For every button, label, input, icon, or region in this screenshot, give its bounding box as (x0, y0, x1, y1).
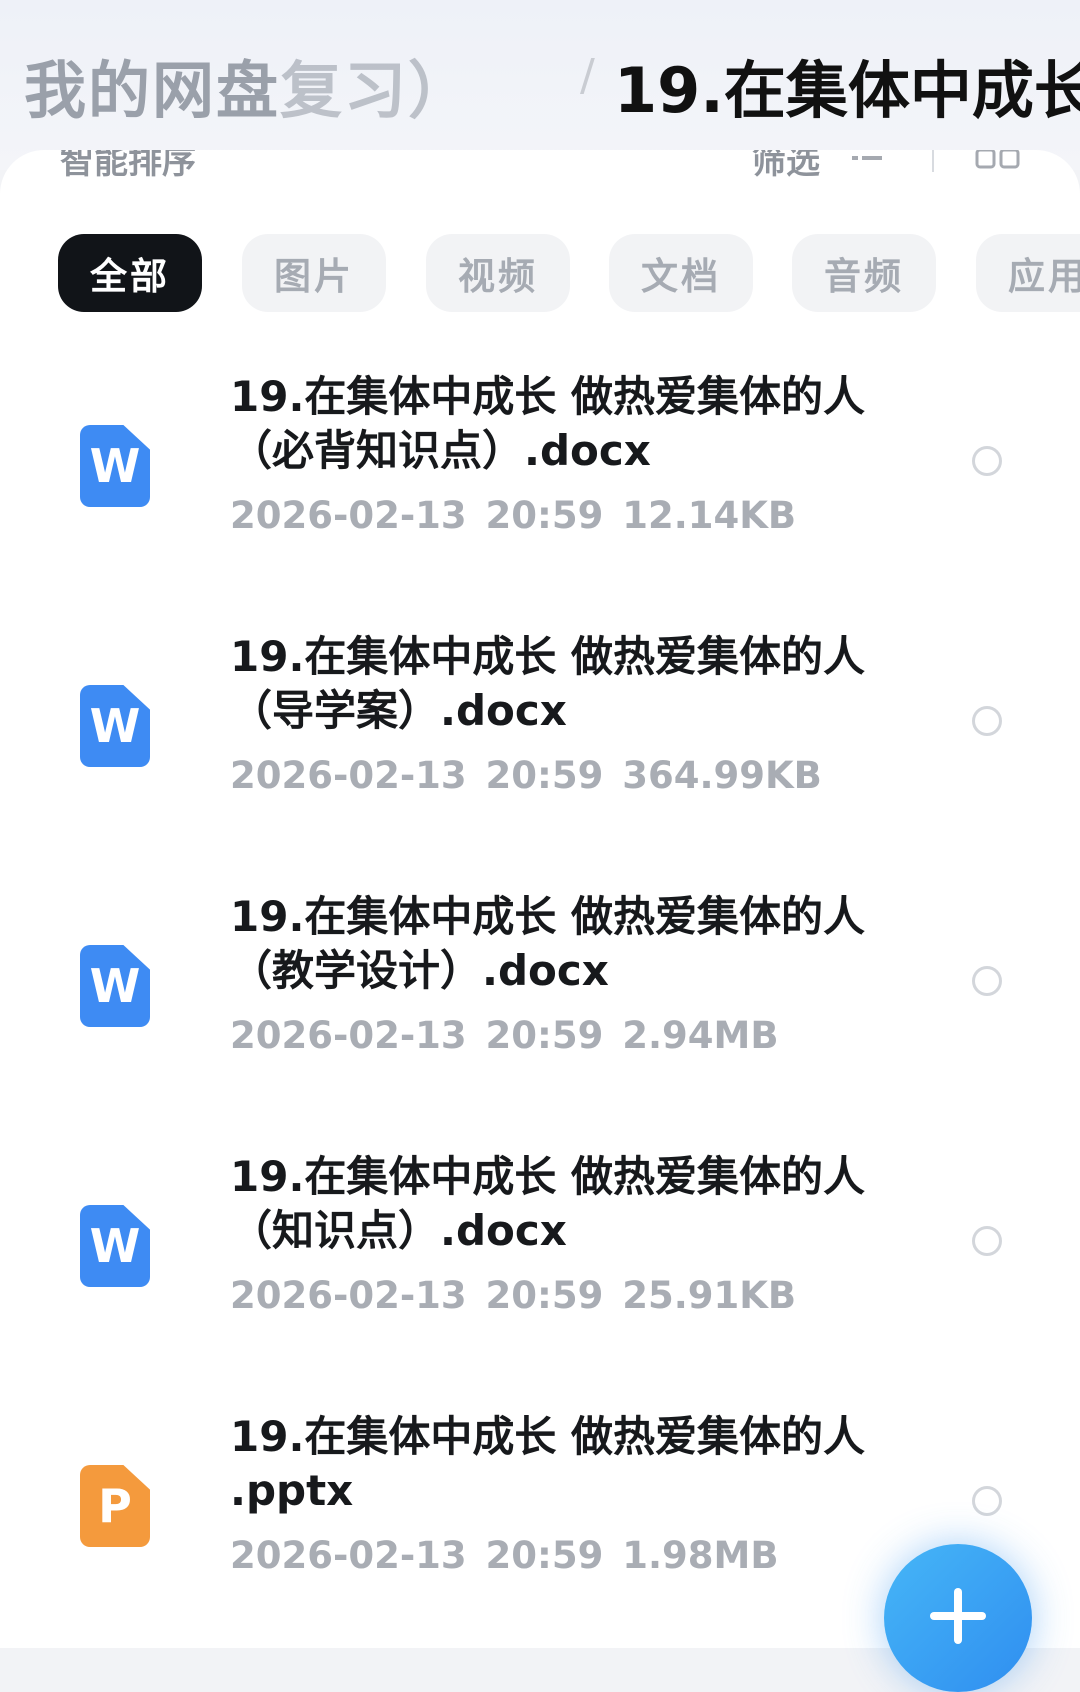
category-tabs: 全部 图片 视频 文档 音频 应用 (58, 234, 1080, 314)
tab-all[interactable]: 全部 (58, 234, 202, 312)
file-name: 19.在集体中成长 做热爱集体的人（导学案）.docx (230, 632, 866, 735)
file-row[interactable]: W 19.在集体中成长 做热爱集体的人（导学案）.docx 2026-02-13… (0, 630, 1080, 870)
select-radio[interactable] (972, 1226, 1002, 1256)
tab-videos[interactable]: 视频 (426, 234, 570, 312)
word-file-icon: W (80, 685, 150, 767)
file-meta: 2026-02-13 20:59 2.94MB (230, 1014, 779, 1057)
plus-icon-vertical (954, 1588, 962, 1644)
grid-view-icon[interactable] (975, 150, 1021, 172)
word-file-icon: W (80, 945, 150, 1027)
file-size: 2.94MB (622, 1014, 779, 1057)
file-row[interactable]: W 19.在集体中成长 做热爱集体的人（教学设计）.docx 2026-02-1… (0, 890, 1080, 1130)
file-size: 12.14KB (622, 494, 797, 537)
file-size: 25.91KB (622, 1274, 797, 1317)
ppt-file-icon: P (80, 1465, 150, 1547)
file-date: 2026-02-13 20:59 (230, 1274, 604, 1317)
select-radio[interactable] (972, 706, 1002, 736)
tab-images[interactable]: 图片 (242, 234, 386, 312)
select-radio[interactable] (972, 446, 1002, 476)
tab-documents[interactable]: 文档 (609, 234, 753, 312)
file-meta: 2026-02-13 20:59 12.14KB (230, 494, 796, 537)
breadcrumb-partial: 复习） (280, 54, 473, 127)
filter-button[interactable]: 筛选 (752, 150, 820, 183)
sort-button[interactable]: 智能排序 (60, 150, 196, 183)
file-name: 19.在集体中成长 做热爱集体的人（知识点）.docx (230, 1152, 866, 1255)
file-meta: 2026-02-13 20:59 364.99KB (230, 754, 822, 797)
file-date: 2026-02-13 20:59 (230, 754, 604, 797)
file-meta: 2026-02-13 20:59 25.91KB (230, 1274, 796, 1317)
file-date: 2026-02-13 20:59 (230, 1014, 604, 1057)
word-file-icon: W (80, 425, 150, 507)
file-size: 364.99KB (622, 754, 822, 797)
breadcrumb-root-label: 我的网盘 (24, 54, 281, 127)
file-meta: 2026-02-13 20:59 1.98MB (230, 1534, 779, 1577)
file-date: 2026-02-13 20:59 (230, 1534, 604, 1577)
file-name: 19.在集体中成长 做热爱集体的人（必背知识点）.docx (230, 372, 866, 475)
file-row[interactable]: W 19.在集体中成长 做热爱集体的人（必背知识点）.docx 2026-02-… (0, 370, 1080, 610)
file-size: 1.98MB (622, 1534, 779, 1577)
tab-apps[interactable]: 应用 (976, 234, 1080, 312)
word-file-icon: W (80, 1205, 150, 1287)
file-name: 19.在集体中成长 做热爱集体的人（教学设计）.docx (230, 892, 866, 995)
sort-filter-bar: 智能排序 筛选 (0, 150, 1080, 190)
filter-icon[interactable] (852, 150, 886, 166)
select-radio[interactable] (972, 966, 1002, 996)
breadcrumb-separator: / (580, 50, 595, 101)
file-browser-card: 智能排序 筛选 全部 图片 视频 文档 音频 应用 W 19.在集体中成长 做热… (0, 150, 1080, 1648)
file-date: 2026-02-13 20:59 (230, 494, 604, 537)
add-button[interactable] (884, 1544, 1032, 1692)
file-row[interactable]: W 19.在集体中成长 做热爱集体的人（知识点）.docx 2026-02-13… (0, 1150, 1080, 1390)
file-name: 19.在集体中成长 做热爱集体的人 .pptx (230, 1412, 866, 1515)
breadcrumb-bar: 我的网盘复习） / 19.在集体中成长 (0, 0, 1080, 170)
breadcrumb-root[interactable]: 我的网盘复习） (24, 40, 472, 130)
toolbar-divider (932, 150, 934, 172)
select-radio[interactable] (972, 1486, 1002, 1516)
tab-audio[interactable]: 音频 (792, 234, 936, 312)
breadcrumb-current: 19.在集体中成长 (614, 54, 1080, 127)
